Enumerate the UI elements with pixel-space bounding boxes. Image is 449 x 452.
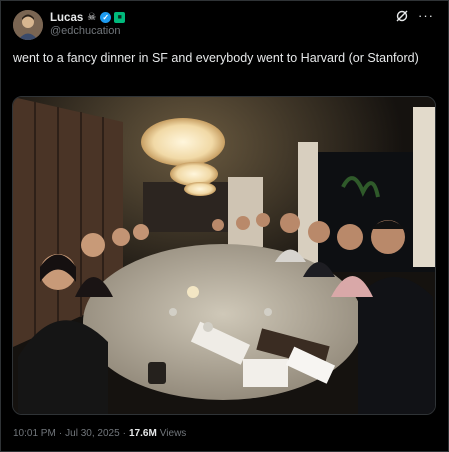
author-name-row: Lucas ☠ ✓ ■ xyxy=(50,10,126,25)
views-label: Views xyxy=(159,428,187,439)
author-display-name[interactable]: Lucas xyxy=(50,12,83,24)
header-actions: ··· xyxy=(395,9,434,23)
tweet-meta: 10:01 PM · Jul 30, 2025 · 17.6M Views xyxy=(13,428,186,439)
tweet-photo[interactable] xyxy=(12,96,436,415)
avatar[interactable] xyxy=(13,10,43,40)
meta-separator-2: · xyxy=(122,428,126,439)
tweet-card: Lucas ☠ ✓ ■ @edchucation ··· went to a f… xyxy=(0,0,449,452)
author-handle[interactable]: @edchucation xyxy=(50,25,121,37)
skull-crossbones-icon: ☠ xyxy=(87,12,97,23)
tweet-text: went to a fancy dinner in SF and everybo… xyxy=(13,51,419,65)
grok-icon[interactable] xyxy=(395,9,409,23)
group-dinner-photo xyxy=(13,97,435,414)
post-date[interactable]: Jul 30, 2025 xyxy=(65,428,120,439)
post-time[interactable]: 10:01 PM xyxy=(13,428,56,439)
green-square-icon: ■ xyxy=(114,12,126,23)
meta-separator: · xyxy=(58,428,63,439)
verified-icon[interactable]: ✓ xyxy=(100,12,112,23)
more-icon[interactable]: ··· xyxy=(418,9,434,23)
views-count: 17.6M xyxy=(129,428,157,439)
